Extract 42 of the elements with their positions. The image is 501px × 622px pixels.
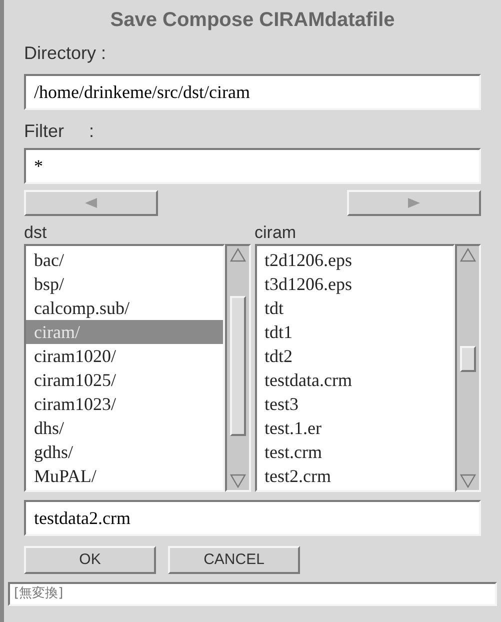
filter-label: Filter : — [24, 120, 96, 143]
list-item[interactable]: testdata.crm — [256, 368, 453, 392]
forward-button[interactable] — [347, 190, 481, 216]
directory-label: Directory : — [24, 42, 108, 65]
list-item[interactable]: tdt — [256, 296, 453, 320]
scroll-down-arrow-icon[interactable] — [230, 474, 246, 488]
list-item[interactable]: tdt1 — [256, 320, 453, 344]
list-item[interactable]: t2d1206.eps — [256, 248, 453, 272]
list-item[interactable]: ciram1025/ — [26, 368, 222, 392]
right-arrow-icon — [408, 198, 420, 208]
dialog-button[interactable]: OK — [24, 546, 156, 574]
list-item[interactable]: test.crm — [256, 440, 453, 464]
list-item[interactable]: test.1.er — [256, 416, 453, 440]
list-item[interactable]: t3d1206.eps — [256, 272, 453, 296]
list-item[interactable]: bac/ — [26, 248, 222, 272]
window-title: Save Compose CIRAMdatafile — [109, 8, 396, 33]
back-button[interactable] — [24, 190, 158, 216]
filename-field[interactable]: testdata2.crm — [24, 500, 481, 536]
scroll-up-arrow-icon[interactable] — [460, 248, 476, 262]
scrollbar[interactable] — [455, 244, 481, 492]
input-mode-indicator: [無変換] — [14, 585, 64, 604]
list-item[interactable]: tdt2 — [256, 344, 453, 368]
list-label: ciram — [254, 222, 298, 244]
list-item[interactable]: ciram1023/ — [26, 392, 222, 416]
list-item[interactable]: calcomp.sub/ — [26, 296, 222, 320]
scroll-thumb[interactable] — [460, 346, 476, 372]
dialog-button[interactable]: CANCEL — [168, 546, 300, 574]
scroll-thumb[interactable] — [230, 296, 246, 436]
list-item[interactable]: bsp/ — [26, 272, 222, 296]
list-item[interactable]: ciram1020/ — [26, 344, 222, 368]
scroll-up-arrow-icon[interactable] — [230, 248, 246, 262]
list-item[interactable]: gdhs/ — [26, 440, 222, 464]
list-item[interactable]: test3 — [256, 392, 453, 416]
directory-field[interactable]: /home/drinkeme/src/dst/ciram — [24, 74, 481, 110]
scroll-down-arrow-icon[interactable] — [460, 474, 476, 488]
list-item[interactable]: MuPAL/ — [26, 464, 222, 488]
left-arrow-icon — [85, 198, 97, 208]
scrollbar[interactable] — [224, 244, 250, 492]
filter-field[interactable]: * — [24, 148, 481, 184]
list-item[interactable]: dhs/ — [26, 416, 222, 440]
list-item[interactable]: test2.crm — [256, 464, 453, 488]
list-label: dst — [24, 222, 48, 244]
